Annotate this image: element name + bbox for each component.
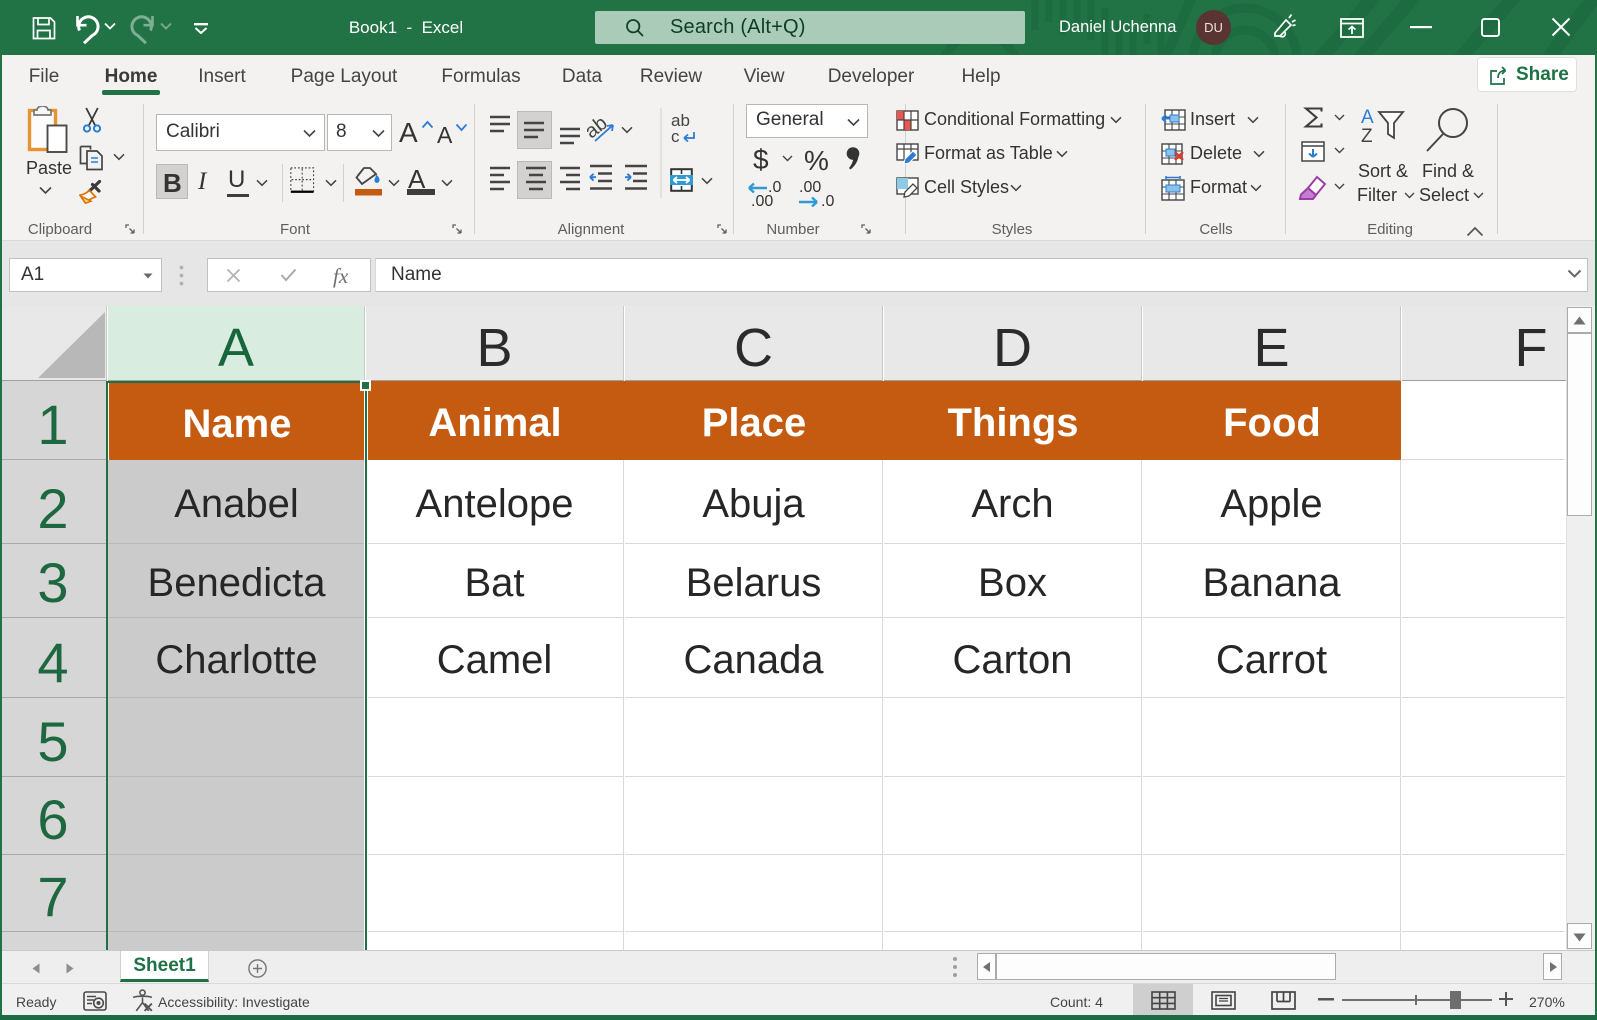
svg-text:Z: Z bbox=[1361, 126, 1373, 145]
svg-text:c: c bbox=[671, 127, 680, 146]
svg-text:ab: ab bbox=[587, 113, 612, 143]
svg-text:.0: .0 bbox=[821, 193, 834, 207]
svg-text:.00: .00 bbox=[799, 179, 821, 196]
svg-text:.00: .00 bbox=[751, 193, 773, 207]
svg-text:A: A bbox=[1361, 108, 1374, 128]
